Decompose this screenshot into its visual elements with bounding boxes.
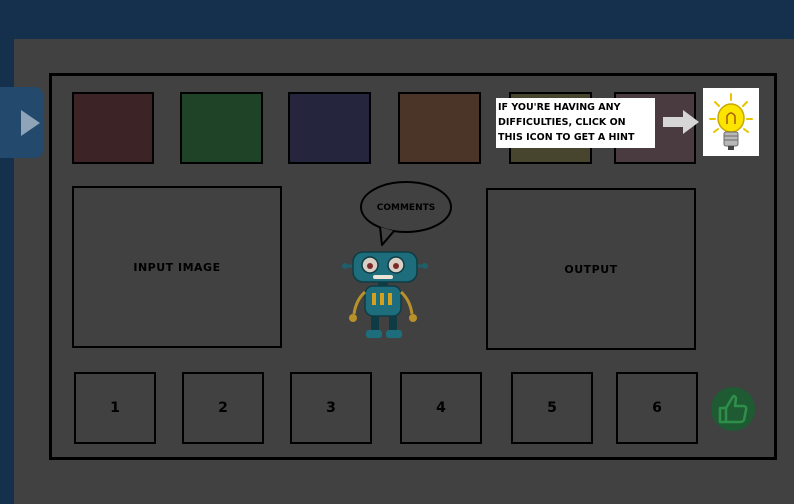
slot-3[interactable]: 3 [290, 372, 372, 444]
top-header-bar [0, 0, 794, 39]
comments-label: COMMENTS [376, 203, 436, 213]
lightbulb-icon [709, 93, 753, 150]
play-icon [21, 110, 40, 136]
slot-4[interactable]: 4 [400, 372, 482, 444]
slot-6[interactable]: 6 [616, 372, 698, 444]
slot-1[interactable]: 1 [74, 372, 156, 444]
slot-5[interactable]: 5 [511, 372, 593, 444]
output-label: OUTPUT [564, 262, 618, 276]
thumbs-up-icon[interactable] [710, 386, 756, 432]
hint-instructions: IF YOU'RE HAVING ANY DIFFICULTIES, CLICK… [496, 98, 655, 148]
right-arrow-icon [663, 110, 699, 134]
hint-button[interactable] [703, 88, 759, 156]
slot-number: 5 [547, 400, 557, 416]
slot-number: 2 [218, 400, 228, 416]
swatch-red[interactable] [72, 92, 154, 164]
slot-number: 1 [110, 400, 120, 416]
slot-number: 3 [326, 400, 336, 416]
robot-icon [342, 251, 428, 338]
side-panel-toggle[interactable] [0, 87, 43, 158]
swatch-green[interactable] [180, 92, 263, 164]
slot-2[interactable]: 2 [182, 372, 264, 444]
output-panel: OUTPUT [486, 188, 696, 350]
input-image-panel: INPUT IMAGE [72, 186, 282, 348]
swatch-blue[interactable] [288, 92, 371, 164]
comments-bubble [360, 181, 452, 246]
slot-number: 6 [652, 400, 662, 416]
input-image-label: INPUT IMAGE [133, 260, 221, 274]
slot-number: 4 [436, 400, 446, 416]
swatch-brown[interactable] [398, 92, 481, 164]
